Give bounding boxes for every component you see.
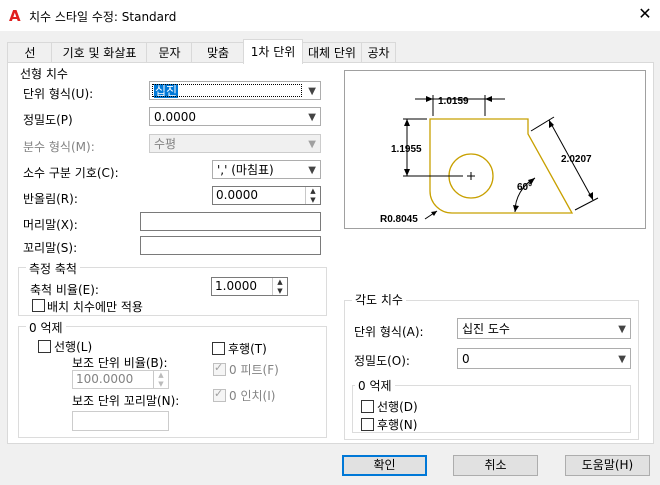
tab-tolerances[interactable]: 공차 [361, 42, 396, 63]
cancel-button[interactable]: 취소 [453, 455, 538, 476]
angular-leading-label: 선행(D) [377, 400, 418, 414]
angular-unit-format-select[interactable]: 십진 도수 ▼ [457, 318, 631, 339]
zero-feet-checkbox: ✓ [213, 361, 226, 376]
trailing-checkbox[interactable] [212, 342, 225, 355]
arrow-left-2 [404, 169, 410, 176]
angular-unit-format-label: 단위 형식(A): [354, 325, 424, 339]
zero-inches-checkbox: ✓ [213, 387, 226, 402]
unit-format-label: 단위 형식(U): [23, 87, 94, 101]
sub-unit-factor-label: 보조 단위 비율(B): [72, 356, 168, 370]
arrow-top-1 [426, 96, 433, 102]
dim-left-text: 1.1955 [391, 144, 422, 155]
window-title: 치수 스타일 수정: Standard [29, 10, 177, 24]
dimension-preview: 1.0159 1.1955 2.0207 60° R0.8045 [344, 70, 646, 229]
sub-unit-suffix-label: 보조 단위 꼬리말(N): [72, 394, 180, 408]
measurement-scale-label: 측정 축척 [26, 260, 80, 277]
linear-dims-label: 선형 치수 [17, 65, 71, 82]
prefix-input[interactable] [140, 212, 321, 231]
tab-text[interactable]: 문자 [146, 42, 193, 63]
help-button[interactable]: 도움말(H) [565, 455, 650, 476]
dim-top-text: 1.0159 [438, 96, 469, 107]
arrow-left-1 [404, 119, 410, 126]
precision-label: 정밀도(P) [23, 113, 73, 127]
spin-arrows-icon: ▲ ▼ [153, 371, 168, 388]
focus-rect [152, 84, 302, 97]
sub-unit-factor-value: 100.0000 [76, 372, 134, 386]
decimal-separator-value: ',' (마침표) [217, 163, 274, 177]
dim-radius-text: R0.8045 [380, 214, 418, 225]
suffix-label: 꼬리말(S): [23, 241, 78, 255]
angular-precision-value: 0 [462, 352, 470, 366]
sub-unit-suffix-input [72, 411, 169, 431]
angular-dims-label: 각도 치수 [352, 291, 406, 308]
trailing-label: 후행(T) [228, 342, 267, 356]
decimal-separator-select[interactable]: ',' (마침표) ▼ [212, 160, 321, 179]
leading-checkbox[interactable] [38, 340, 51, 353]
round-off-spinner[interactable]: 0.0000 ▲ ▼ [212, 186, 321, 205]
round-off-label: 반올림(R): [23, 192, 78, 206]
arrow-angle-1 [513, 205, 519, 212]
angular-unit-format-value: 십진 도수 [462, 322, 510, 336]
angular-leading-checkbox[interactable] [361, 400, 374, 413]
chevron-down-icon: ▼ [618, 354, 626, 365]
tab-alternate-units[interactable]: 대체 단위 [301, 42, 363, 63]
ok-button[interactable]: 확인 [342, 455, 427, 476]
fraction-format-select: 수평 ▼ [149, 134, 321, 153]
precision-select[interactable]: 0.0000 ▼ [149, 107, 321, 126]
sub-unit-factor-spinner: 100.0000 ▲ ▼ [72, 370, 169, 389]
precision-value: 0.0000 [154, 110, 196, 124]
spin-arrows-icon[interactable]: ▲ ▼ [305, 187, 320, 204]
suffix-input[interactable] [140, 236, 321, 255]
tab-lines[interactable]: 선 [7, 42, 53, 63]
preview-drawing: 1.0159 1.1955 2.0207 60° R0.8045 [380, 95, 599, 225]
angular-zero-label: 0 억제 [355, 377, 395, 394]
chevron-down-icon: ▼ [308, 112, 316, 123]
spin-arrows-icon[interactable]: ▲ ▼ [272, 278, 287, 295]
chevron-down-icon: ▼ [308, 165, 316, 176]
arrow-top-2 [485, 96, 492, 102]
tab-primary-units[interactable]: 1차 단위 [243, 39, 303, 64]
round-off-value: 0.0000 [216, 188, 258, 202]
angular-trailing-checkbox[interactable] [361, 418, 374, 431]
chevron-down-icon: ▼ [308, 139, 316, 150]
angular-precision-label: 정밀도(O): [354, 354, 410, 368]
zero-inches-label: 0 인치(I) [229, 389, 276, 403]
check-icon: ✓ [214, 361, 224, 374]
decimal-separator-label: 소수 구분 기호(C): [23, 166, 119, 180]
prefix-label: 머리말(X): [23, 218, 78, 232]
fraction-format-value: 수평 [154, 137, 177, 151]
autocad-app-icon: A [9, 7, 21, 25]
layout-only-checkbox[interactable] [32, 299, 45, 312]
zero-suppression-label: 0 억제 [26, 319, 66, 336]
close-icon[interactable]: ✕ [634, 4, 656, 23]
zero-feet-label: 0 피트(F) [229, 363, 279, 377]
chevron-down-icon: ▼ [308, 86, 316, 97]
scale-factor-spinner[interactable]: 1.0000 ▲ ▼ [211, 277, 288, 296]
tab-symbols-arrows[interactable]: 기호 및 화살표 [51, 42, 148, 63]
dim-right-text: 2.0207 [561, 154, 592, 165]
scale-factor-label: 축척 비율(E): [30, 283, 99, 297]
leading-label: 선행(L) [54, 340, 93, 354]
tab-fit[interactable]: 맞춤 [191, 42, 245, 63]
layout-only-label: 배치 치수에만 적용 [47, 300, 143, 314]
chevron-down-icon: ▼ [618, 324, 626, 335]
dim-angle-text: 60° [517, 182, 532, 193]
fraction-format-label: 분수 형식(M): [23, 140, 95, 154]
ext-line-right-bottom [574, 197, 599, 211]
check-icon: ✓ [214, 387, 224, 400]
unit-format-select[interactable]: 십진 ▼ [149, 81, 321, 100]
angular-trailing-label: 후행(N) [377, 418, 418, 432]
angular-precision-select[interactable]: 0 ▼ [457, 348, 631, 369]
arrow-radius [431, 211, 437, 216]
scale-factor-value: 1.0000 [215, 279, 257, 293]
